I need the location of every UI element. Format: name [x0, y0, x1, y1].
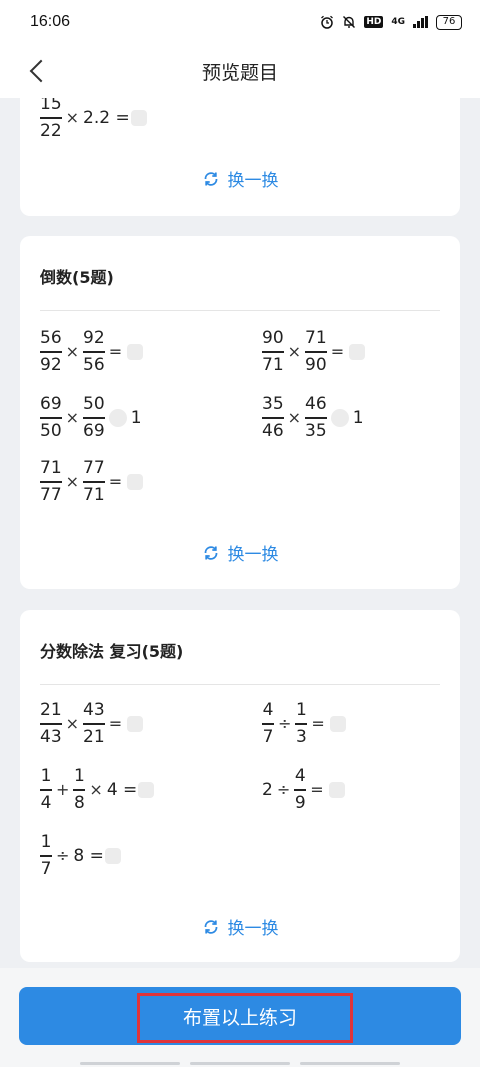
answer-blank[interactable] — [328, 781, 345, 798]
question-item: 17 ÷ 8 = — [40, 832, 121, 880]
section-title: 倒数(5题) — [40, 268, 114, 287]
answer-blank[interactable] — [127, 343, 144, 360]
swap-button[interactable]: 换一换 — [20, 540, 460, 565]
question-item: 21 43 × 43 21 = — [40, 700, 144, 748]
hd-badge: HD — [364, 16, 384, 28]
answer-blank[interactable] — [329, 715, 346, 732]
refresh-icon — [204, 545, 217, 560]
compare-blank[interactable] — [330, 408, 349, 427]
network-type: 4G — [391, 17, 405, 27]
question-item: 35 46 × 46 35 1 — [262, 394, 364, 441]
assign-practice-label: 布置以上练习 — [182, 1006, 297, 1029]
answer-blank[interactable] — [127, 473, 144, 490]
question-item: 2 ÷ 49 = — [262, 766, 345, 814]
answer-blank[interactable] — [127, 715, 144, 732]
section-card-top: 15 22 × 2.2 = 换一换 — [20, 98, 460, 216]
section-title: 分数除法 复习(5题) — [40, 642, 184, 661]
refresh-icon — [204, 919, 217, 934]
nav-indicator — [80, 1062, 180, 1065]
question-item: 14 + 18 × 4 = — [40, 766, 155, 814]
swap-label: 换一换 — [227, 545, 279, 565]
answer-blank[interactable] — [138, 781, 155, 798]
answer-blank[interactable] — [130, 109, 147, 126]
section-card-reciprocal: 倒数(5题) 56 92 × 92 56 = 90 71 × 71 90 = 69 50 … — [20, 236, 460, 589]
fraction: 15 22 — [40, 98, 62, 141]
divider — [40, 310, 440, 311]
status-icons: HD 4G 76 — [320, 14, 462, 30]
page-title: 预览题目 — [201, 61, 278, 84]
swap-button[interactable]: 换一换 — [20, 166, 460, 191]
status-time: 16:06 — [30, 13, 71, 30]
answer-blank[interactable] — [349, 343, 366, 360]
battery-icon: 76 — [436, 14, 462, 30]
swap-label: 换一换 — [227, 171, 279, 191]
answer-blank[interactable] — [104, 847, 121, 864]
bell-muted-icon — [342, 15, 356, 29]
nav-bar: 预览题目 — [0, 44, 480, 98]
section-card-division: 分数除法 复习(5题) 21 43 × 43 21 = 47 ÷ 13 = 14 +… — [20, 610, 460, 962]
content-scroll[interactable]: 15 22 × 2.2 = 换一换 倒数(5题) 56 92 × 92 56 = 90… — [0, 98, 480, 968]
assign-practice-button[interactable]: 布置以上练习 — [19, 987, 461, 1045]
compare-blank[interactable] — [108, 408, 127, 427]
divider — [40, 684, 440, 685]
question-item: 56 92 × 92 56 = — [40, 328, 144, 376]
back-button[interactable] — [24, 56, 52, 86]
swap-button[interactable]: 换一换 — [20, 914, 460, 939]
bottom-bar: 布置以上练习 — [0, 968, 480, 1067]
question-item: 15 22 × 2.2 = — [40, 98, 147, 142]
question-item: 47 ÷ 13 = — [262, 700, 346, 748]
status-bar: 16:06 HD 4G 76 — [0, 0, 480, 44]
question-item: 69 50 × 50 69 1 — [40, 394, 142, 441]
swap-label: 换一换 — [227, 919, 279, 939]
alarm-icon — [320, 15, 334, 29]
nav-indicator — [300, 1062, 400, 1065]
question-item: 90 71 × 71 90 = — [262, 328, 366, 376]
signal-icon — [413, 16, 428, 28]
refresh-icon — [204, 171, 217, 186]
nav-indicator — [190, 1062, 290, 1065]
question-item: 71 77 × 77 71 = — [40, 458, 144, 506]
